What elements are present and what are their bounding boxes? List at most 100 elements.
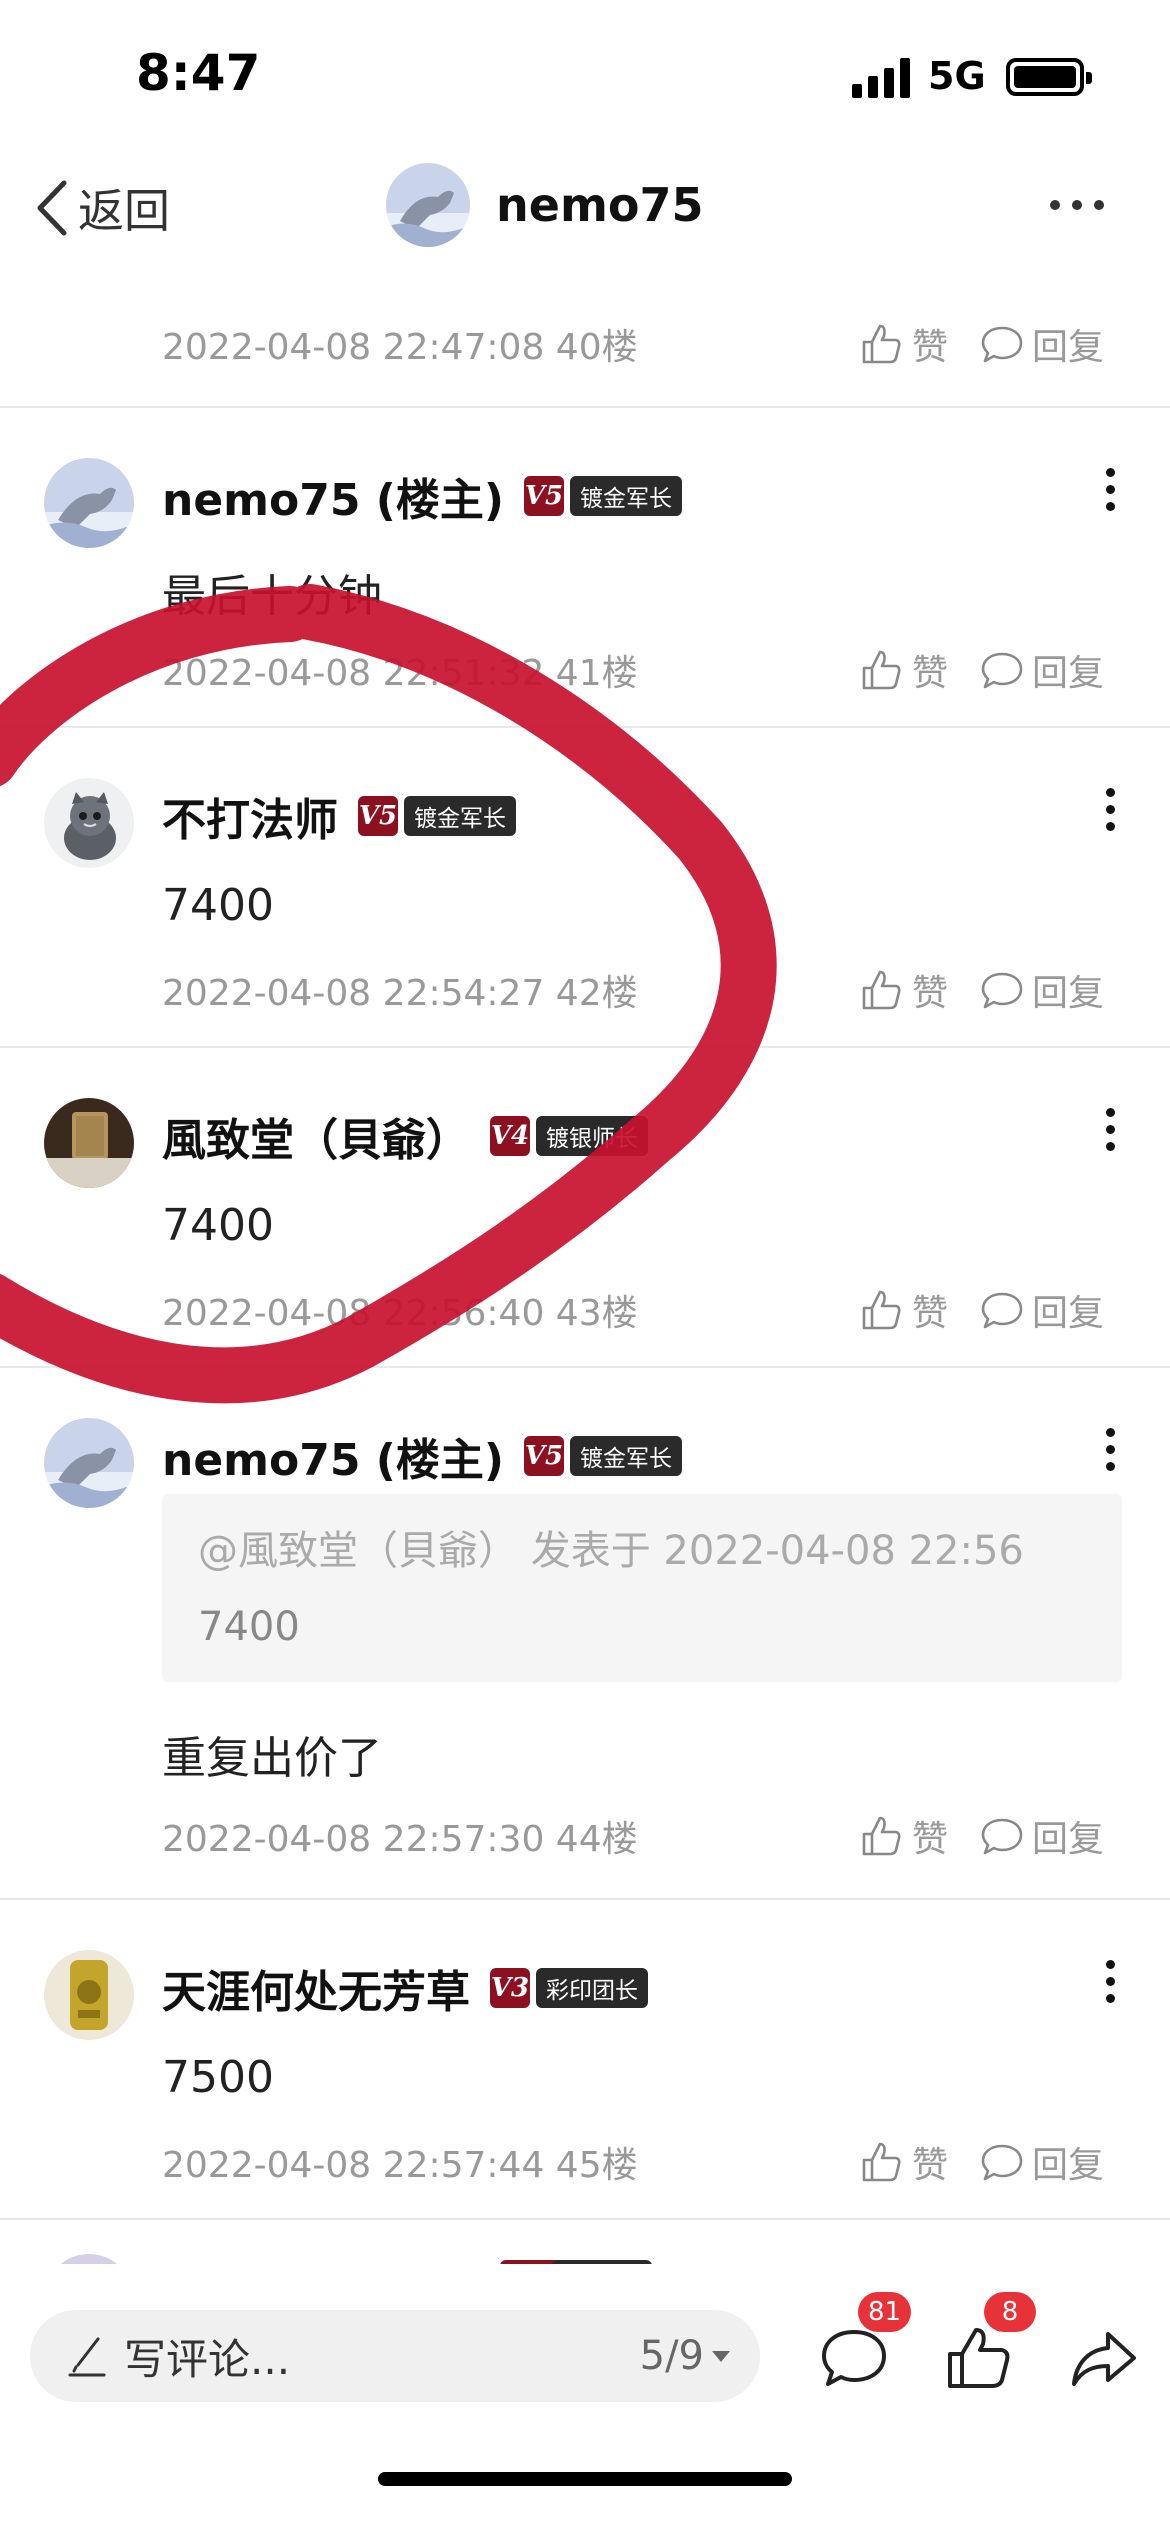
post-actions: 赞 回复	[860, 642, 1104, 698]
thread-author[interactable]: nemo75	[386, 162, 704, 248]
author-name[interactable]: 天涯何处无芳草	[162, 1956, 470, 2020]
reply-label[interactable]: 回复	[1032, 318, 1104, 370]
back-label: 返回	[78, 184, 170, 238]
comments-button[interactable]: 81	[818, 2292, 912, 2394]
reply-icon[interactable]	[980, 1814, 1024, 1858]
home-indicator	[378, 2472, 792, 2486]
post-actions: 赞 回复	[860, 1282, 1104, 1338]
post-more-button[interactable]	[1104, 1108, 1118, 1152]
like-label[interactable]: 赞	[912, 1284, 948, 1336]
reply-label[interactable]: 回复	[1032, 644, 1104, 696]
post-meta: 2022-04-08 22:54:27 42楼	[162, 973, 638, 1014]
post-author: nemo75 (楼主) V5 镀金军长	[162, 464, 683, 528]
post-meta: 2022-04-08 22:56:40 43楼	[162, 1293, 638, 1334]
rank-badge: 镀金军长	[570, 1436, 683, 1476]
back-button[interactable]: 返回	[34, 176, 170, 240]
comment-count-badge: 81	[858, 2292, 912, 2332]
post-content: 7400	[162, 1200, 274, 1251]
post-meta: 2022-04-08 22:57:44 45楼	[162, 2145, 638, 2186]
like-icon[interactable]	[860, 2140, 904, 2184]
list-item: 風致堂（貝爺） V4 镀银师长 7400 2022-04-08 22:56:40…	[0, 1048, 1170, 1368]
reply-icon[interactable]	[980, 1288, 1024, 1332]
like-icon[interactable]	[860, 1814, 904, 1858]
author-name[interactable]: nemo75 (楼主)	[162, 464, 504, 528]
avatar	[386, 163, 470, 247]
thumbs-up-icon	[948, 2328, 1010, 2388]
reply-list[interactable]: 2022-04-08 22:47:08 40楼 赞 回复 nemo75 (楼主)…	[0, 280, 1170, 2280]
post-actions: 赞 回复	[860, 962, 1104, 1018]
like-label[interactable]: 赞	[912, 644, 948, 696]
like-label[interactable]: 赞	[912, 1810, 948, 1862]
reply-icon[interactable]	[980, 968, 1024, 1012]
page-number: 5/9	[639, 2333, 704, 2379]
comment-placeholder: 写评论...	[124, 2334, 291, 2384]
post-more-button[interactable]	[1104, 788, 1118, 832]
rank-badge: 镀金军长	[570, 476, 683, 516]
page-selector[interactable]: 5/9	[640, 2310, 730, 2402]
rank-badge: 镀金军长	[404, 796, 516, 836]
page-title: nemo75	[496, 178, 704, 232]
like-count-badge: 8	[984, 2292, 1036, 2332]
quote-text: 7400	[198, 1604, 300, 1650]
post-actions: 赞 回复	[860, 2134, 1104, 2190]
reply-icon[interactable]	[980, 322, 1024, 366]
comment-icon	[822, 2330, 886, 2386]
post-meta: 2022-04-08 22:57:30 44楼	[162, 1819, 638, 1860]
like-icon[interactable]	[860, 648, 904, 692]
reply-label[interactable]: 回复	[1032, 2136, 1104, 2188]
post-meta: 2022-04-08 22:51:32 41楼	[162, 653, 638, 694]
quote-meta: @風致堂（貝爺） 发表于 2022-04-08 22:56	[198, 1528, 1024, 1574]
list-item: nemo75 (楼主) V5 镀金军长 最后十分钟 2022-04-08 22:…	[0, 408, 1170, 728]
author-name[interactable]: 不打法师	[162, 784, 338, 848]
level-badge: V3	[490, 1968, 530, 2008]
like-icon[interactable]	[860, 968, 904, 1012]
list-item: 2022-04-08 22:47:08 40楼 赞 回复	[0, 280, 1170, 408]
level-badge: V5	[524, 476, 565, 516]
post-more-button[interactable]	[1104, 1960, 1118, 2004]
battery-icon	[1006, 58, 1092, 96]
post-actions: 赞 回复	[860, 316, 1104, 372]
list-item: 不打法师 V5 镀金军长 7400 2022-04-08 22:54:27 42…	[0, 728, 1170, 1048]
author-name[interactable]: 風致堂（貝爺）	[162, 1104, 470, 1168]
like-label[interactable]: 赞	[912, 318, 948, 370]
post-actions: 赞 回复	[860, 1808, 1104, 1864]
post-more-button[interactable]	[1104, 1428, 1118, 1472]
like-icon[interactable]	[860, 322, 904, 366]
post-content: 重复出价了	[162, 1733, 382, 1784]
rank-badge: 彩印团长	[536, 1968, 648, 2008]
post-more-button[interactable]	[1104, 468, 1118, 512]
post-author: 天涯何处无芳草 V3 彩印团长	[162, 1958, 648, 2018]
caret-down-icon	[712, 2350, 730, 2362]
reply-label[interactable]: 回复	[1032, 964, 1104, 1016]
level-badge: V5	[524, 1436, 565, 1476]
avatar[interactable]	[44, 778, 134, 868]
like-icon[interactable]	[860, 1288, 904, 1332]
like-label[interactable]: 赞	[912, 964, 948, 1016]
post-content: 7400	[162, 880, 274, 931]
comment-input[interactable]: 写评论... 5/9	[30, 2310, 760, 2402]
post-author: 不打法师 V5 镀金军长	[162, 786, 516, 846]
reply-icon[interactable]	[980, 648, 1024, 692]
reply-icon[interactable]	[980, 2140, 1024, 2184]
post-author: nemo75 (楼主) V5 镀金军长	[162, 1424, 683, 1488]
avatar[interactable]	[44, 458, 134, 548]
post-content: 最后十分钟	[162, 571, 382, 622]
quoted-reply[interactable]: @風致堂（貝爺） 发表于 2022-04-08 22:56 7400	[162, 1494, 1122, 1682]
post-author: 風致堂（貝爺） V4 镀银师长	[162, 1106, 648, 1166]
signal-icon	[852, 58, 914, 98]
share-button[interactable]	[1068, 2322, 1140, 2394]
more-options-button[interactable]	[1050, 190, 1106, 220]
post-meta: 2022-04-08 22:47:08 40楼	[162, 327, 638, 368]
avatar[interactable]	[44, 1098, 134, 1188]
pencil-icon	[68, 2337, 106, 2377]
author-name[interactable]: nemo75 (楼主)	[162, 1424, 504, 1488]
reply-label[interactable]: 回复	[1032, 1284, 1104, 1336]
status-bar: 8:47 5G	[0, 0, 1170, 140]
avatar[interactable]	[44, 1950, 134, 2040]
like-label[interactable]: 赞	[912, 2136, 948, 2188]
avatar[interactable]	[44, 1418, 134, 1508]
rank-badge: 镀银师长	[536, 1116, 648, 1156]
reply-label[interactable]: 回复	[1032, 1810, 1104, 1862]
like-post-button[interactable]: 8	[944, 2292, 1036, 2394]
status-time: 8:47	[136, 44, 261, 102]
